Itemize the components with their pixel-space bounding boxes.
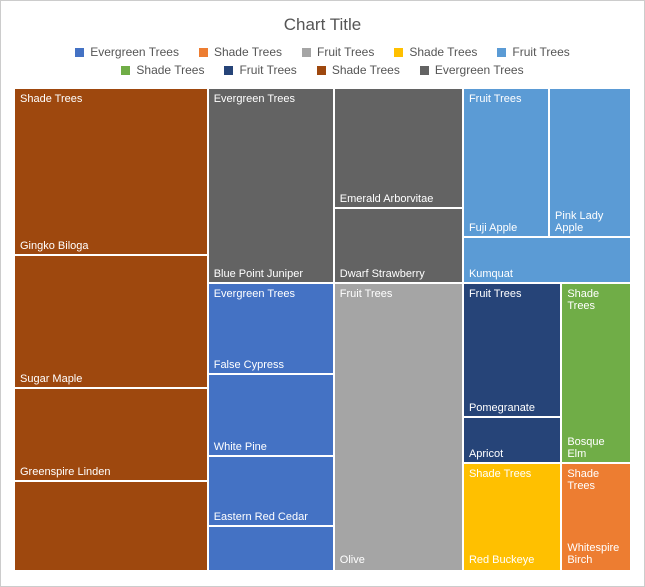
treemap-cell: Pink Lady Apple: [550, 89, 630, 238]
legend-label: Fruit Trees: [239, 63, 296, 77]
cell-name: Blue Point Juniper: [214, 268, 330, 280]
treemap-cell: White Pine: [209, 375, 335, 457]
legend-swatch: [497, 48, 506, 57]
legend-item: Shade Trees: [317, 63, 400, 77]
cell-name: Red Buckeye: [469, 554, 557, 566]
cell-name: Eastern Red Cedar: [214, 511, 330, 523]
treemap-cell: Evergreen Trees Blue Point Juniper: [209, 89, 335, 284]
treemap-cell: Emerald Arborvitae: [335, 89, 464, 209]
treemap-cell: Fruit Trees Pomegranate: [464, 284, 562, 419]
cell-name: Sugar Maple: [20, 373, 204, 385]
cell-category: Fruit Trees: [469, 93, 545, 105]
cell-name: Apricot: [469, 448, 557, 460]
cell-name: False Cypress: [214, 359, 330, 371]
legend-item: Fruit Trees: [302, 45, 374, 59]
cell-name: White Pine: [214, 441, 330, 453]
legend-item: Evergreen Trees: [75, 45, 179, 59]
legend-item: Shade Trees: [394, 45, 477, 59]
cell-category: Fruit Trees: [340, 288, 459, 300]
legend-label: Evergreen Trees: [435, 63, 524, 77]
legend: Evergreen Trees Shade Trees Fruit Trees Sha…: [15, 43, 630, 79]
legend-swatch: [394, 48, 403, 57]
treemap-cell: Dwarf Strawberry: [335, 209, 464, 284]
cell-category: Shade Trees: [469, 468, 557, 480]
treemap-cell: Shade Trees Whitespire Birch: [562, 464, 630, 570]
treemap-cell: Greenspire Linden: [15, 389, 209, 482]
legend-label: Shade Trees: [136, 63, 204, 77]
treemap-cell: Fruit Trees Olive: [335, 284, 464, 570]
cell-category: Shade Trees: [567, 288, 625, 312]
legend-label: Shade Trees: [332, 63, 400, 77]
treemap-chart: Chart Title Evergreen TreesShade TreesFr…: [0, 0, 645, 587]
cell-name: Dwarf Strawberry: [340, 268, 459, 280]
treemap-cell: Kumquat: [464, 238, 630, 284]
treemap-cell: Fruit Trees Fuji Apple: [464, 89, 550, 238]
treemap-cell: Sugar Maple: [15, 256, 209, 388]
legend-item: Fruit Trees: [224, 63, 296, 77]
legend-swatch: [302, 48, 311, 57]
legend-swatch: [75, 48, 84, 57]
treemap-area: Shade Trees Gingko Biloga Sugar Maple Green…: [15, 89, 630, 570]
cell-name: Pomegranate: [469, 402, 557, 414]
treemap-cell: [15, 482, 209, 570]
treemap-cell: Eastern Red Cedar: [209, 457, 335, 527]
cell-name: Olive: [340, 554, 459, 566]
cell-name: Kumquat: [469, 268, 625, 280]
legend-label: Shade Trees: [214, 45, 282, 59]
cell-name: Pink Lady Apple: [555, 210, 625, 234]
cell-category: Evergreen Trees: [214, 288, 330, 300]
legend-item: Evergreen Trees: [420, 63, 524, 77]
legend-swatch: [121, 66, 130, 75]
legend-item: Fruit Trees: [497, 45, 569, 59]
legend-label: Fruit Trees: [512, 45, 569, 59]
treemap-cell: Apricot: [464, 418, 562, 464]
cell-name: Whitespire Birch: [567, 542, 625, 566]
cell-name: Fuji Apple: [469, 222, 545, 234]
legend-label: Evergreen Trees: [90, 45, 179, 59]
cell-name: Gingko Biloga: [20, 240, 204, 252]
cell-name: Greenspire Linden: [20, 466, 204, 478]
cell-category: Evergreen Trees: [214, 93, 330, 105]
cell-category: Shade Trees: [567, 468, 625, 492]
legend-label: Shade Trees: [409, 45, 477, 59]
cell-category: Fruit Trees: [469, 288, 557, 300]
legend-item: Shade Trees: [121, 63, 204, 77]
treemap-cell: Evergreen Trees False Cypress: [209, 284, 335, 375]
legend-swatch: [224, 66, 233, 75]
treemap-cell: Shade Trees Gingko Biloga: [15, 89, 209, 256]
legend-swatch: [420, 66, 429, 75]
chart-title: Chart Title: [15, 15, 630, 35]
legend-swatch: [317, 66, 326, 75]
cell-name: Emerald Arborvitae: [340, 193, 459, 205]
legend-label: Fruit Trees: [317, 45, 374, 59]
legend-swatch: [199, 48, 208, 57]
treemap-cell: [209, 527, 335, 570]
cell-category: Shade Trees: [20, 93, 204, 105]
treemap-cell: Shade Trees Bosque Elm: [562, 284, 630, 464]
legend-item: Shade Trees: [199, 45, 282, 59]
treemap-cell: Shade Trees Red Buckeye: [464, 464, 562, 570]
cell-name: Bosque Elm: [567, 436, 625, 460]
